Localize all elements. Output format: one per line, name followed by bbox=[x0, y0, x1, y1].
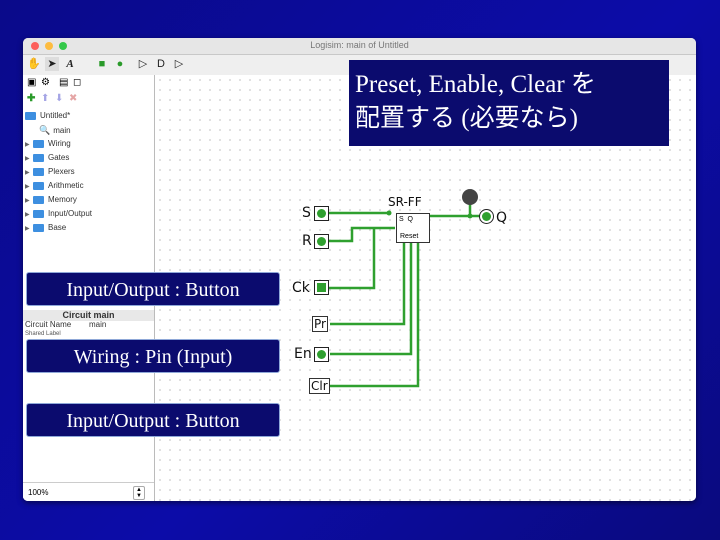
wire-q bbox=[428, 202, 472, 218]
clear-button[interactable]: Clr bbox=[309, 378, 330, 394]
wire-r bbox=[329, 226, 395, 243]
label-ck: Ck bbox=[292, 280, 310, 296]
pointer-line bbox=[281, 304, 301, 319]
ff-title: SR-FF bbox=[388, 195, 422, 209]
label-r: R bbox=[302, 233, 312, 249]
label-box-button: Input/Output : Button bbox=[26, 403, 280, 437]
label-en: En bbox=[294, 346, 312, 362]
sr-flipflop[interactable]: S Q Reset bbox=[396, 213, 430, 243]
label-q: Q bbox=[496, 210, 508, 226]
probe-dot bbox=[462, 189, 478, 205]
clock-input[interactable] bbox=[314, 280, 329, 295]
pointer-line bbox=[281, 391, 301, 399]
label-box-button: Input/Output : Button bbox=[26, 272, 280, 306]
instruction-callout: Preset, Enable, Clear を 配置する (必要なら) bbox=[349, 60, 669, 146]
callout-line-1: Preset, Enable, Clear を bbox=[355, 71, 596, 98]
wire-pr bbox=[330, 241, 406, 326]
output-pin-q[interactable] bbox=[479, 209, 494, 224]
label-box-pin: Wiring : Pin (Input) bbox=[26, 339, 280, 373]
preset-button[interactable]: Pr bbox=[312, 316, 328, 332]
ff-reset-label: Reset bbox=[400, 233, 419, 240]
input-pin-r[interactable] bbox=[314, 234, 329, 249]
junction-dot bbox=[467, 213, 473, 219]
junction-dot bbox=[386, 210, 392, 216]
label-s: S bbox=[302, 205, 311, 221]
callout-line-2: 配置する (必要なら) bbox=[355, 105, 578, 132]
enable-pin[interactable] bbox=[314, 347, 329, 362]
input-pin-s[interactable] bbox=[314, 206, 329, 221]
wire-en bbox=[330, 241, 413, 356]
